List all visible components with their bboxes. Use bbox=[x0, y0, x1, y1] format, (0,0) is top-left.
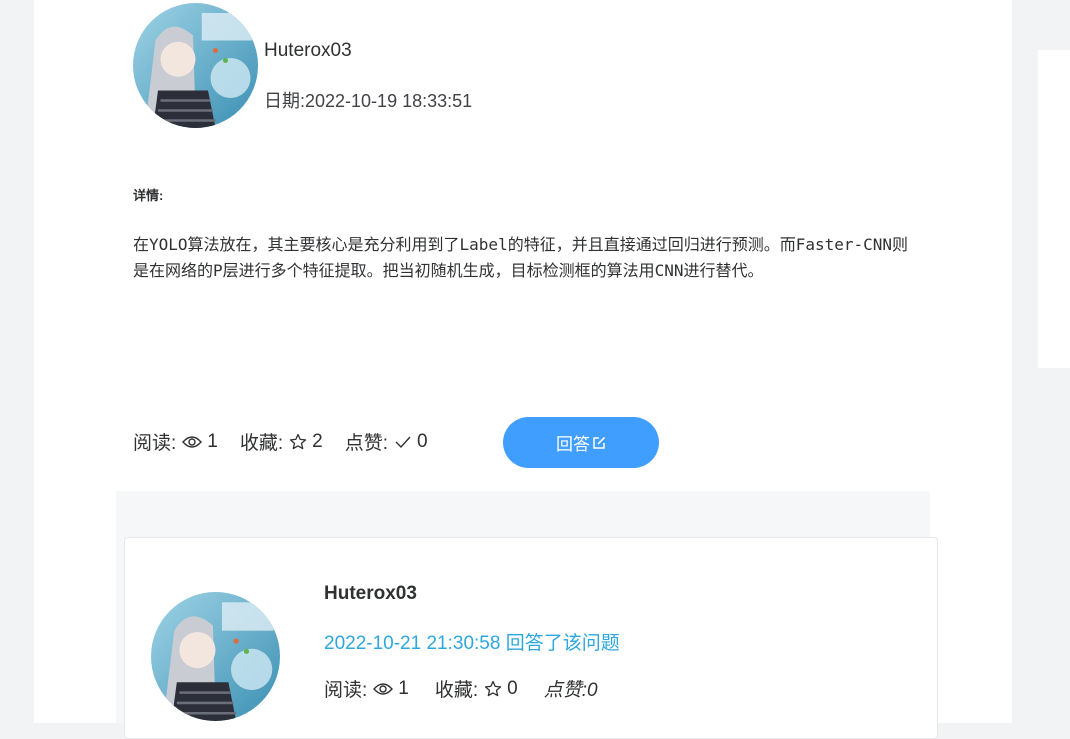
answer-button-label: 回答 bbox=[556, 435, 590, 454]
answer-button[interactable]: 回答 bbox=[503, 417, 659, 468]
favorites-label: 收藏: bbox=[239, 433, 284, 454]
answer-favorites-stat[interactable]: 收藏: 0 bbox=[435, 675, 518, 702]
question-date: 日期:2022-10-19 18:33:51 bbox=[264, 91, 473, 111]
answer-favorites-count: 0 bbox=[507, 677, 518, 699]
edit-icon bbox=[592, 436, 606, 450]
question-author-name[interactable]: Huterox03 bbox=[264, 40, 352, 62]
star-outline-icon[interactable] bbox=[484, 680, 502, 698]
detail-label: 详情: bbox=[133, 188, 164, 203]
star-outline-icon[interactable] bbox=[289, 433, 307, 451]
favorites-stat[interactable]: 收藏: 2 bbox=[240, 428, 323, 455]
reads-label: 阅读: bbox=[133, 433, 177, 454]
question-detail-text: 在YOLO算法放在，其主要核心是充分利用到了Label的特征，并且直接通过回归进… bbox=[133, 235, 909, 280]
answer-reads-stat: 阅读: 1 bbox=[324, 675, 409, 702]
answer-author-name[interactable]: Huterox03 bbox=[324, 583, 417, 605]
side-card bbox=[1038, 50, 1070, 368]
likes-count: 0 bbox=[417, 430, 428, 452]
favorites-count: 2 bbox=[312, 430, 323, 452]
check-icon[interactable] bbox=[394, 435, 412, 449]
reads-stat: 阅读: 1 bbox=[133, 428, 218, 455]
reads-count: 1 bbox=[207, 430, 218, 452]
answer-reads-label: 阅读: bbox=[324, 680, 368, 701]
answer-reads-count: 1 bbox=[398, 677, 409, 699]
likes-stat[interactable]: 点赞: 0 bbox=[345, 428, 428, 455]
answer-time: 2022-10-21 21:30:58 回答了该问题 bbox=[324, 633, 620, 654]
answer-author-avatar[interactable] bbox=[151, 592, 280, 721]
answer-likes[interactable]: 点赞:0 bbox=[544, 675, 598, 702]
answer-favorites-label: 收藏: bbox=[434, 680, 479, 701]
question-author-avatar[interactable] bbox=[133, 3, 258, 128]
likes-label: 点赞: bbox=[344, 433, 388, 454]
question-stats: 阅读: 1 收藏: 2 点赞: 0 bbox=[133, 428, 428, 455]
eye-icon bbox=[373, 682, 394, 696]
answer-stats: 阅读: 1 收藏: 0 点赞:0 bbox=[324, 675, 598, 702]
eye-icon bbox=[182, 435, 203, 449]
